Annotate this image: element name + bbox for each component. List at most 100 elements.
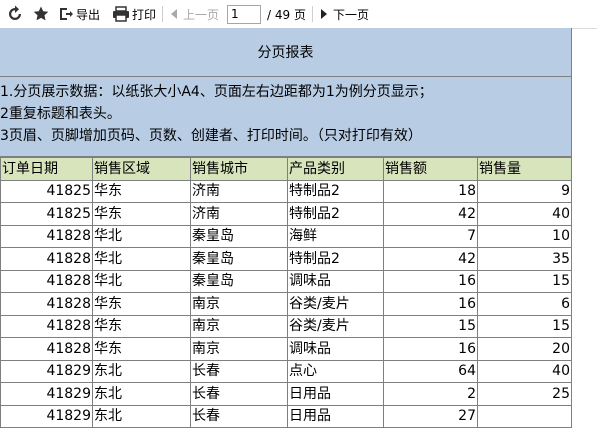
table-header-row: 订单日期 销售区域 销售城市 产品类别 销售额 销售量 — [0, 157, 572, 181]
table-cell: 秦皇岛 — [190, 224, 288, 248]
export-icon — [60, 8, 73, 20]
table-cell: 40 — [477, 359, 572, 383]
table-cell: 25 — [477, 382, 572, 406]
table-cell: 41828 — [0, 269, 93, 293]
column-header: 销售城市 — [190, 157, 288, 181]
report-description: 1.分页展示数据：以纸张大小A4、页面左右边距都为1为例分页显示； 2重复标题和… — [0, 77, 571, 157]
table-row: 41829 东北 长春 日用品 27 — [0, 404, 572, 428]
table-cell: 海鲜 — [287, 224, 384, 248]
table-cell: 2 — [383, 382, 478, 406]
table-cell: 42 — [383, 202, 478, 226]
page-total: / 49 页 — [267, 7, 306, 22]
table-cell: 谷类/麦片 — [287, 314, 384, 338]
table-row: 41825 华东 济南 特制品2 18 9 — [0, 179, 572, 203]
table-cell: 特制品2 — [287, 179, 384, 203]
table-cell: 南京 — [190, 337, 288, 361]
table-cell: 64 — [383, 359, 478, 383]
toolbar-divider — [162, 6, 164, 22]
table-cell: 16 — [383, 337, 478, 361]
table-cell: 18 — [383, 179, 478, 203]
table-cell: 6 — [477, 292, 572, 316]
table-cell: 42 — [383, 247, 478, 271]
prev-page-label: 上一页 — [183, 7, 220, 22]
table-cell: 秦皇岛 — [190, 269, 288, 293]
table-cell: 华东 — [92, 292, 191, 316]
table-cell: 华东 — [92, 202, 191, 226]
table-cell: 41825 — [0, 179, 93, 203]
column-header: 销售区域 — [92, 157, 191, 181]
description-line: 1.分页展示数据：以纸张大小A4、页面左右边距都为1为例分页显示； — [0, 84, 433, 100]
table-row: 41829 东北 长春 日用品 2 25 — [0, 382, 572, 406]
report-page: 分页报表 1.分页展示数据：以纸张大小A4、页面左右边距都为1为例分页显示； 2… — [0, 28, 572, 428]
report-toolbar: 导出 打印 上一页 / 49 页 下一页 — [0, 0, 597, 29]
column-header: 销售量 — [477, 157, 572, 181]
table-row: 41825 华东 济南 特制品2 42 40 — [0, 202, 572, 226]
star-icon[interactable] — [30, 3, 52, 25]
table-cell: 16 — [383, 269, 478, 293]
table-cell: 41828 — [0, 247, 93, 271]
table-cell: 41829 — [0, 404, 93, 428]
table-cell: 日用品 — [287, 382, 384, 406]
table-cell: 10 — [477, 224, 572, 248]
table-cell: 秦皇岛 — [190, 247, 288, 271]
table-cell: 东北 — [92, 404, 191, 428]
table-cell: 南京 — [190, 292, 288, 316]
table-cell: 济南 — [190, 179, 288, 203]
column-header: 产品类别 — [287, 157, 384, 181]
table-cell: 华东 — [92, 179, 191, 203]
table-row: 41828 华北 秦皇岛 调味品 16 15 — [0, 269, 572, 293]
table-cell: 点心 — [287, 359, 384, 383]
table-cell: 华东 — [92, 337, 191, 361]
description-line: 2重复标题和表头。 — [0, 106, 121, 122]
table-cell: 20 — [477, 337, 572, 361]
prev-page-button[interactable]: 上一页 — [169, 6, 219, 23]
table-cell: 27 — [383, 404, 478, 428]
triangle-left-icon — [171, 9, 178, 19]
table-cell: 南京 — [190, 314, 288, 338]
refresh-icon[interactable] — [4, 3, 26, 25]
table-cell: 41828 — [0, 292, 93, 316]
table-cell: 日用品 — [287, 404, 384, 428]
table-cell: 华东 — [92, 314, 191, 338]
table-cell: 调味品 — [287, 269, 384, 293]
table-cell: 41829 — [0, 382, 93, 406]
table-cell: 特制品2 — [287, 247, 384, 271]
table-cell — [477, 404, 572, 428]
table-cell: 华北 — [92, 224, 191, 248]
export-button[interactable]: 导出 — [58, 6, 100, 23]
page-number-input[interactable] — [227, 4, 262, 24]
table-cell: 7 — [383, 224, 478, 248]
table-cell: 华北 — [92, 247, 191, 271]
next-page-button[interactable]: 下一页 — [319, 6, 369, 23]
print-label: 打印 — [132, 7, 157, 22]
table-row: 41828 华北 秦皇岛 特制品2 42 35 — [0, 247, 572, 271]
table-cell: 长春 — [190, 359, 288, 383]
table-cell: 41829 — [0, 359, 93, 383]
table-cell: 东北 — [92, 359, 191, 383]
table-cell: 15 — [477, 269, 572, 293]
description-line: 3页眉、页脚增加页码、页数、创建者、打印时间。（只对打印有效） — [0, 128, 422, 144]
table-cell: 东北 — [92, 382, 191, 406]
table-cell: 15 — [383, 314, 478, 338]
table-cell: 41828 — [0, 224, 93, 248]
table-row: 41828 华北 秦皇岛 海鲜 7 10 — [0, 224, 572, 248]
report-title: 分页报表 — [257, 45, 314, 61]
printer-icon — [113, 6, 130, 22]
table-cell: 华北 — [92, 269, 191, 293]
table-cell: 济南 — [190, 202, 288, 226]
table-cell: 长春 — [190, 404, 288, 428]
table-cell: 41825 — [0, 202, 93, 226]
table-cell: 特制品2 — [287, 202, 384, 226]
table-cell: 35 — [477, 247, 572, 271]
toolbar-divider — [312, 6, 313, 22]
triangle-right-icon — [321, 9, 327, 19]
column-header: 销售额 — [383, 157, 478, 181]
table-cell: 40 — [477, 202, 572, 226]
print-button[interactable]: 打印 — [112, 6, 156, 23]
table-cell: 41828 — [0, 314, 93, 338]
table-cell: 15 — [477, 314, 572, 338]
next-page-label: 下一页 — [333, 7, 370, 22]
table-cell: 41828 — [0, 337, 93, 361]
column-header: 订单日期 — [0, 157, 93, 181]
table-cell: 谷类/麦片 — [287, 292, 384, 316]
